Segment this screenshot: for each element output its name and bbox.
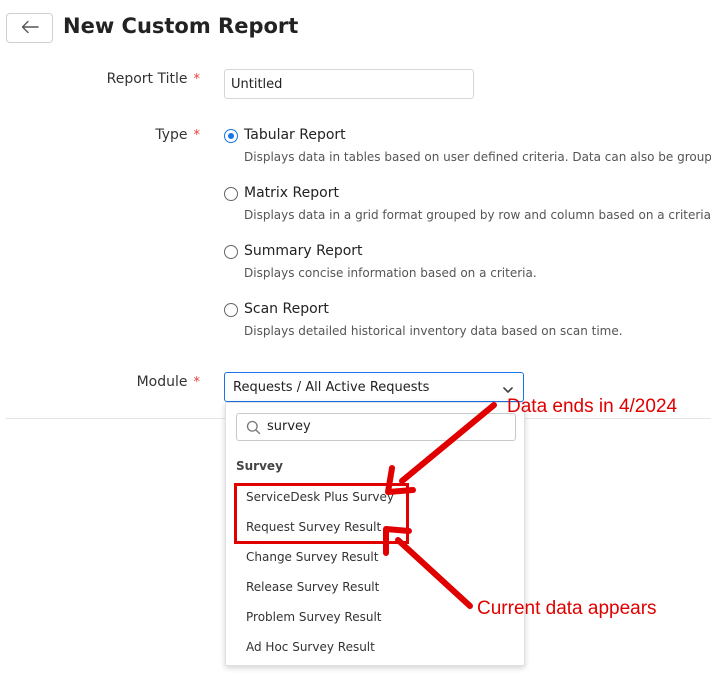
annotation-data-ends: Data ends in 4/2024 [507,396,678,417]
arrow-to-request-survey [383,526,473,609]
annotation-current-data: Current data appears [477,598,657,619]
annotation-arrows [383,402,497,609]
arrow-to-servicedesk-survey [385,402,497,495]
